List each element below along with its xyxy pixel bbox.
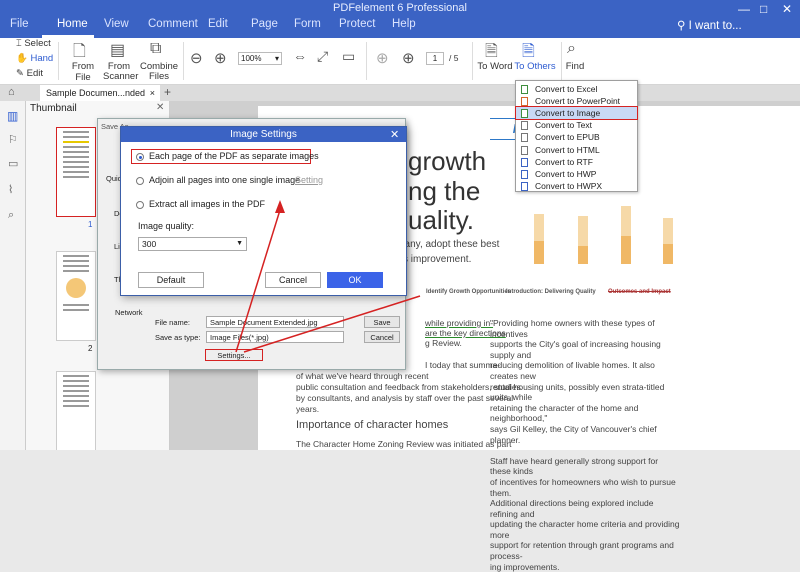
file-icon	[521, 97, 528, 107]
right-line: Staff have heard generally strong suppor…	[490, 455, 659, 477]
right-line: support for retention through grant prog…	[490, 540, 674, 562]
convert-menu-item[interactable]: Convert to Excel	[516, 83, 637, 95]
file-icon	[521, 157, 528, 167]
right-line: of incentives for homeowners who wish to…	[490, 476, 676, 498]
file-icon	[521, 85, 528, 94]
convert-menu-label: Convert to PowerPoint	[535, 96, 621, 107]
convert-menu-item[interactable]: Convert to Text	[516, 119, 637, 131]
annotation-arrows	[235, 200, 421, 353]
convert-menu-item[interactable]: Convert to Image	[515, 106, 638, 121]
convert-menu-item[interactable]: Convert to HWP	[516, 168, 637, 180]
convert-menu-label: Convert to HWP	[535, 168, 597, 179]
convert-menu-item[interactable]: Convert to RTF	[516, 156, 637, 168]
convert-menu-label: Convert to EPUB	[535, 132, 600, 143]
file-icon	[521, 109, 528, 119]
convert-menu-label: Convert to Image	[535, 108, 601, 119]
right-line: Additional directions being explored inc…	[490, 498, 654, 519]
convert-menu-label: Convert to HTML	[535, 144, 600, 155]
right-line: updating the character home criteria and…	[490, 519, 680, 540]
file-icon	[521, 145, 528, 155]
convert-menu: Convert to Excel Convert to PowerPoint Con…	[515, 80, 638, 192]
convert-menu-label: Convert to Text	[535, 120, 593, 131]
arrow-head	[275, 200, 285, 213]
file-icon	[521, 121, 528, 131]
right-line: ing improvements.	[490, 561, 560, 572]
arrow-line	[243, 295, 421, 353]
file-icon	[521, 181, 528, 191]
convert-menu-label: Convert to HWPX	[535, 180, 603, 191]
convert-menu-item[interactable]: Convert to HWPX	[516, 180, 637, 192]
file-icon	[521, 133, 528, 143]
convert-menu-item[interactable]: Convert to PowerPoint	[516, 95, 637, 107]
convert-menu-label: Convert to RTF	[535, 156, 593, 167]
convert-menu-label: Convert to Excel	[535, 84, 598, 94]
arrow-line	[235, 209, 281, 353]
file-icon	[521, 169, 528, 179]
convert-menu-item[interactable]: Convert to HTML	[516, 144, 637, 156]
convert-menu-item[interactable]: Convert to EPUB	[516, 131, 637, 143]
